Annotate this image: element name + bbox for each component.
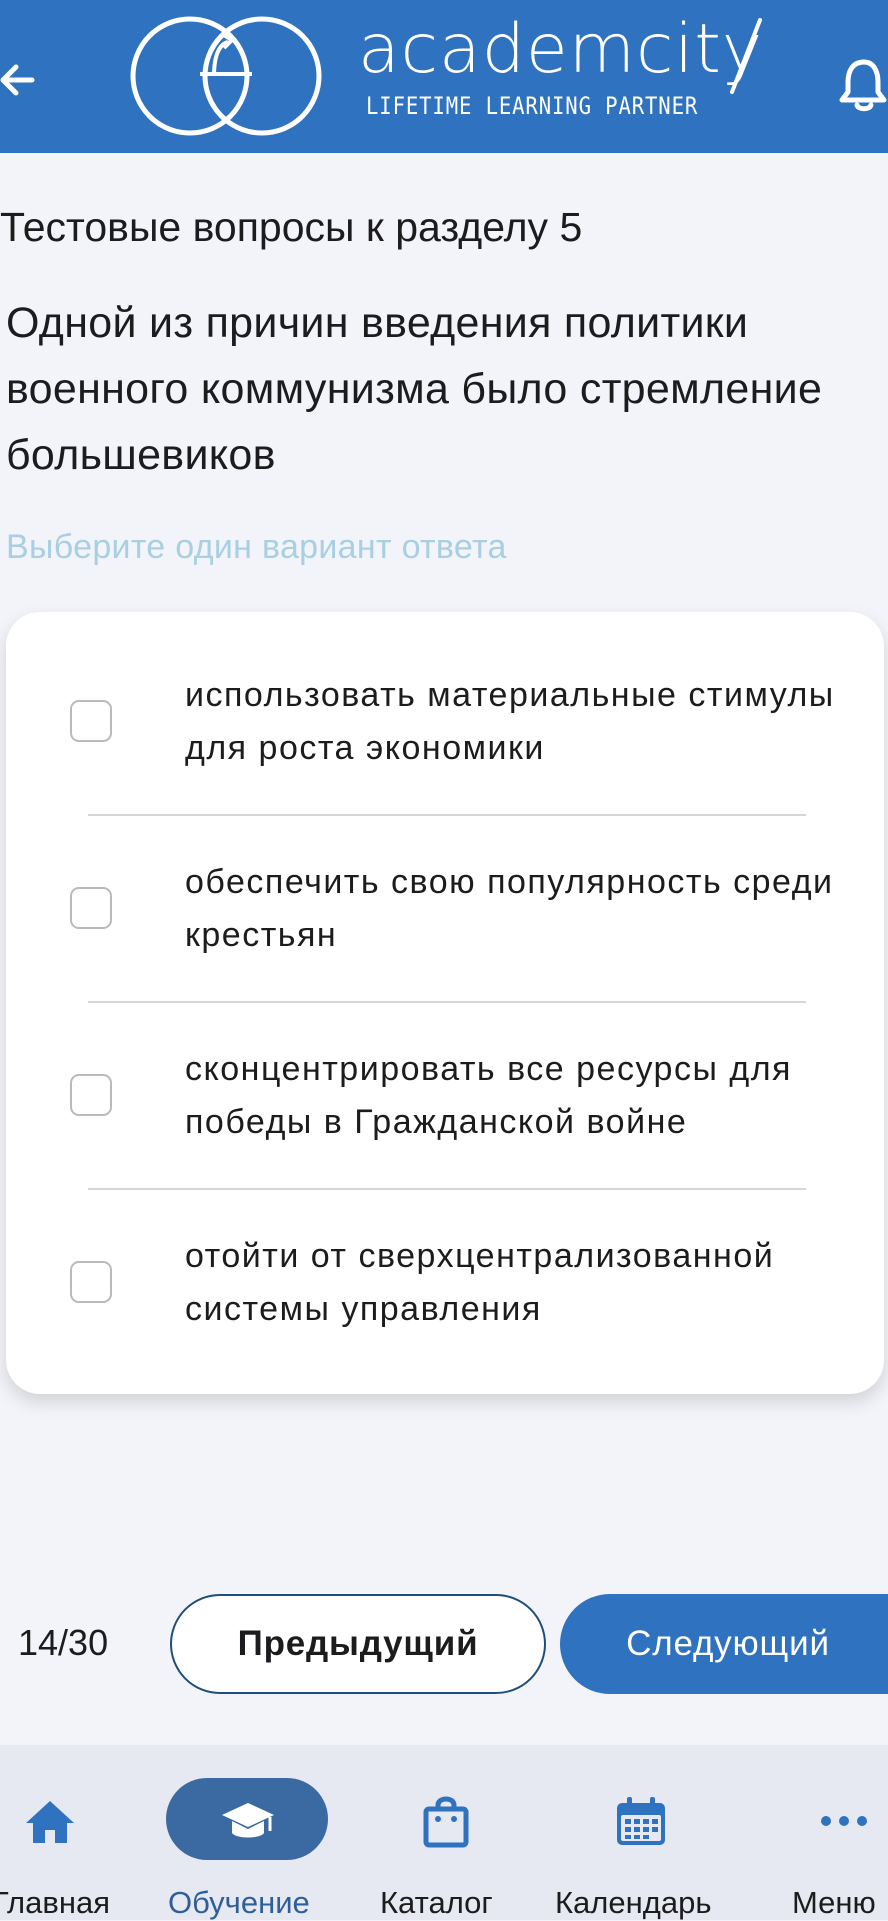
tab-label: Каталог bbox=[380, 1885, 493, 1920]
more-dots-icon bbox=[821, 1816, 867, 1826]
tab-label: Главная bbox=[0, 1885, 110, 1920]
option-label: обеспечить свою популярность среди крест… bbox=[185, 863, 834, 954]
arrow-left-icon bbox=[0, 64, 35, 96]
shopping-bag-icon bbox=[423, 1796, 469, 1848]
tab-menu[interactable]: Меню bbox=[780, 1745, 888, 1920]
tab-label: Меню bbox=[792, 1885, 876, 1920]
academcity-logo-icon bbox=[130, 16, 322, 136]
tab-label: Обучение bbox=[168, 1885, 310, 1920]
app-header: academcity LIFETIME LEARNING PARTNER bbox=[0, 0, 888, 153]
brand-slash-mark bbox=[730, 18, 762, 94]
next-button[interactable]: Следующий bbox=[560, 1594, 888, 1694]
section-title: Тестовые вопросы к разделу 5 bbox=[0, 204, 583, 250]
brand-tagline: LIFETIME LEARNING PARTNER bbox=[366, 92, 699, 120]
tab-learning[interactable]: Обучение bbox=[160, 1745, 335, 1920]
calendar-icon bbox=[617, 1797, 665, 1845]
question-text: Одной из причин введения политики военно… bbox=[6, 299, 823, 479]
bottom-navigation: Главная Обучение Каталог Календарь Меню bbox=[0, 1745, 888, 1920]
notifications-button[interactable] bbox=[838, 56, 888, 112]
question-counter: 14/30 bbox=[18, 1622, 109, 1663]
answer-hint: Выберите один вариант ответа bbox=[6, 528, 507, 566]
option-label: отойти от сверхцентрализованной системы … bbox=[185, 1237, 775, 1328]
option-label: использовать материальные стимулы для ро… bbox=[185, 676, 835, 767]
tab-calendar[interactable]: Календарь bbox=[550, 1745, 740, 1920]
answer-option-1[interactable]: использовать материальные стимулы для ро… bbox=[6, 612, 884, 799]
tab-label: Календарь bbox=[555, 1885, 712, 1920]
answer-option-4[interactable]: отойти от сверхцентрализованной системы … bbox=[6, 1173, 884, 1360]
home-icon bbox=[26, 1801, 74, 1843]
option-checkbox[interactable] bbox=[70, 1261, 112, 1303]
tab-home[interactable]: Главная bbox=[0, 1745, 120, 1920]
option-checkbox[interactable] bbox=[70, 887, 112, 929]
answer-options-card: использовать материальные стимулы для ро… bbox=[6, 612, 884, 1394]
option-checkbox[interactable] bbox=[70, 1074, 112, 1116]
bell-icon bbox=[839, 59, 887, 112]
tab-catalog[interactable]: Каталог bbox=[370, 1745, 520, 1920]
previous-button[interactable]: Предыдущий bbox=[170, 1594, 546, 1694]
option-label: сконцентрировать все ресурсы для победы … bbox=[185, 1050, 792, 1141]
answer-option-3[interactable]: сконцентрировать все ресурсы для победы … bbox=[6, 986, 884, 1173]
option-checkbox[interactable] bbox=[70, 700, 112, 742]
brand-name: academcity bbox=[358, 10, 764, 89]
back-button[interactable] bbox=[0, 52, 40, 108]
graduation-cap-icon bbox=[222, 1803, 274, 1838]
answer-option-2[interactable]: обеспечить свою популярность среди крест… bbox=[6, 799, 884, 986]
